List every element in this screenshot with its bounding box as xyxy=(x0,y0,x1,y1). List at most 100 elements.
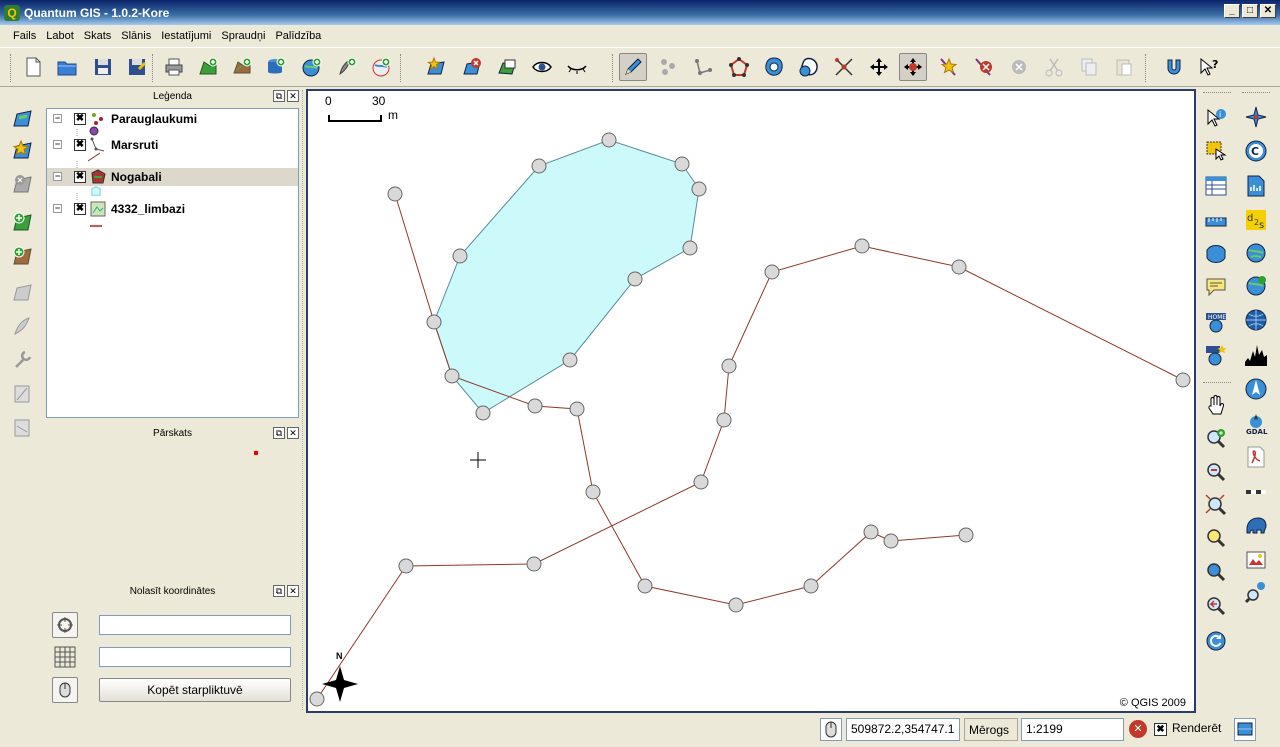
render-checkbox[interactable]: ✖ xyxy=(1154,723,1167,736)
add-vector-layer-button[interactable] xyxy=(194,53,222,81)
toolbar-grip[interactable] xyxy=(1203,92,1231,95)
save-project-button[interactable] xyxy=(89,53,117,81)
capture-point-button[interactable] xyxy=(654,53,682,81)
toolbar-grip[interactable] xyxy=(400,54,403,82)
plugin-copyright-button[interactable]: C xyxy=(1242,137,1270,165)
capture-polygon-button[interactable] xyxy=(725,53,753,81)
map-tips-button[interactable] xyxy=(1202,273,1230,301)
show-bookmarks-button[interactable] xyxy=(1202,341,1230,369)
toolbar-grip[interactable] xyxy=(152,54,155,82)
capture-mouse-button[interactable] xyxy=(52,677,78,703)
zoom-last-button[interactable] xyxy=(1202,592,1230,620)
menu-slanis[interactable]: Slānis xyxy=(116,30,156,42)
coordinate-field-1[interactable] xyxy=(99,615,291,635)
add-postgis-layer-button[interactable] xyxy=(262,53,290,81)
layer-disabled-2-button[interactable] xyxy=(9,312,37,340)
zoom-out-button[interactable] xyxy=(1202,458,1230,486)
overview-float-button[interactable]: ⧉ xyxy=(273,427,285,439)
map-drawing[interactable]: 0 30 m N xyxy=(308,91,1194,711)
legend-float-button[interactable]: ⧉ xyxy=(273,90,285,102)
minimize-button[interactable]: _ xyxy=(1224,4,1240,18)
map-canvas[interactable]: 0 30 m N © QGIS 2009 xyxy=(306,89,1196,713)
overview-close-button[interactable]: ✕ xyxy=(287,427,299,439)
plugin-d2s-button[interactable]: d2s xyxy=(1242,206,1270,234)
menu-iestatijumi[interactable]: Iestatījumi xyxy=(156,30,216,42)
add-vertex-button[interactable] xyxy=(935,53,963,81)
layer-disabled-3-button[interactable] xyxy=(9,346,37,374)
plugin-pdf-button[interactable] xyxy=(1242,443,1270,471)
scale-input[interactable]: 1:2199 xyxy=(1021,718,1124,741)
paste-features-button[interactable] xyxy=(1110,53,1138,81)
menu-labot[interactable]: Labot xyxy=(41,30,79,42)
cut-features-button[interactable] xyxy=(1040,53,1068,81)
menu-spraudni[interactable]: Spraudņi xyxy=(216,30,270,42)
plugin-profile-button[interactable] xyxy=(1242,342,1270,370)
toolbar-grip[interactable] xyxy=(1242,92,1270,95)
new-project-button[interactable] xyxy=(19,53,47,81)
layer-disabled-1-button[interactable] xyxy=(9,278,37,306)
legend-close-button[interactable]: ✕ xyxy=(287,90,299,102)
new-layer-button[interactable] xyxy=(9,136,37,164)
plugin-globe-1-button[interactable] xyxy=(1242,239,1270,267)
layer-disabled-5-button[interactable] xyxy=(9,414,37,442)
plugin-gdal-button[interactable]: GDAL xyxy=(1242,410,1270,438)
add-raster-left-button[interactable] xyxy=(9,242,37,270)
add-spatialite-layer-button[interactable] xyxy=(333,53,361,81)
capture-line-button[interactable] xyxy=(689,53,717,81)
add-vector-left-button[interactable] xyxy=(9,208,37,236)
toolbar-grip[interactable] xyxy=(612,54,615,82)
plugin-search-button[interactable] xyxy=(1242,578,1270,606)
plugin-scalebar-button[interactable] xyxy=(1242,478,1270,506)
add-island-button[interactable] xyxy=(795,53,823,81)
coords-float-button[interactable]: ⧉ xyxy=(273,585,285,597)
plugin-compass-button[interactable] xyxy=(1242,103,1270,131)
add-wms-layer-button[interactable] xyxy=(298,53,326,81)
projection-grid-button[interactable] xyxy=(52,644,78,670)
projection-status-button[interactable] xyxy=(1234,718,1256,741)
plugin-globe-3-button[interactable] xyxy=(1242,306,1270,334)
stop-render-icon[interactable]: ✕ xyxy=(1129,720,1147,738)
delete-vertex-button[interactable] xyxy=(970,53,998,81)
pan-map-button[interactable] xyxy=(1202,392,1230,420)
copy-features-button[interactable] xyxy=(1075,53,1103,81)
save-as-button[interactable] xyxy=(123,53,151,81)
open-project-button[interactable] xyxy=(53,53,81,81)
split-features-button[interactable] xyxy=(830,53,858,81)
add-raster-layer-button[interactable] xyxy=(228,53,256,81)
print-button[interactable] xyxy=(160,53,188,81)
new-vector-layer-button[interactable] xyxy=(422,53,450,81)
measure-area-button[interactable] xyxy=(1202,240,1230,268)
toolbar-grip[interactable] xyxy=(1145,54,1148,82)
refresh-button[interactable] xyxy=(1202,627,1230,655)
attribute-table-button[interactable] xyxy=(1202,172,1230,200)
zoom-full-button[interactable] xyxy=(1202,491,1230,519)
show-all-layers-button[interactable] xyxy=(528,53,556,81)
toggle-editing-button[interactable] xyxy=(619,53,647,81)
maximize-button[interactable]: □ xyxy=(1242,4,1258,18)
toolbar-grip[interactable] xyxy=(1203,382,1231,385)
whats-this-button[interactable]: ? xyxy=(1195,53,1223,81)
plugin-postgis-button[interactable] xyxy=(1242,511,1270,539)
new-bookmark-button[interactable]: HOME xyxy=(1202,308,1230,336)
layer-disabled-4-button[interactable] xyxy=(9,380,37,408)
digitize-area-button[interactable] xyxy=(9,104,37,132)
identify-button[interactable]: i xyxy=(1202,104,1230,132)
zoom-in-button[interactable] xyxy=(1202,425,1230,453)
toggle-coordinate-display-button[interactable] xyxy=(820,718,842,741)
menu-fails[interactable]: Fails xyxy=(8,30,41,42)
plugin-magnet-button[interactable] xyxy=(1160,53,1188,81)
hide-all-layers-button[interactable] xyxy=(563,53,591,81)
plugin-file-button[interactable] xyxy=(1242,172,1270,200)
add-all-to-overview-button[interactable] xyxy=(493,53,521,81)
coordinate-field-2[interactable] xyxy=(99,647,291,667)
menu-palidziba[interactable]: Palīdzība xyxy=(270,30,326,42)
dock-splitter[interactable] xyxy=(302,90,305,710)
zoom-to-selection-button[interactable] xyxy=(1202,524,1230,552)
select-features-button[interactable] xyxy=(1202,137,1230,165)
measure-line-button[interactable] xyxy=(1202,207,1230,235)
move-feature-button[interactable] xyxy=(865,53,893,81)
plugin-north-arrow-button[interactable] xyxy=(1242,375,1270,403)
remove-layer-button[interactable] xyxy=(458,53,486,81)
menu-skats[interactable]: Skats xyxy=(79,30,117,42)
close-button[interactable]: ✕ xyxy=(1260,4,1276,18)
